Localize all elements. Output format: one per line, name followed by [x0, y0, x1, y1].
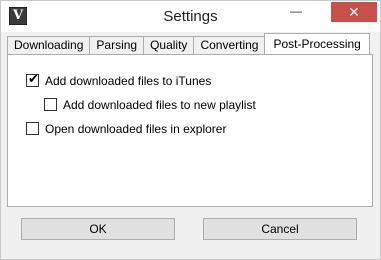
title-bar[interactable]: V Settings — ✕	[1, 1, 380, 32]
tab-quality[interactable]: Quality	[143, 36, 195, 54]
button-bar: OK Cancel	[1, 208, 380, 259]
explorer-label[interactable]: Open downloaded files in explorer	[45, 122, 226, 136]
ok-button[interactable]: OK	[21, 218, 175, 240]
client-area: Downloading Parsing Quality Converting P…	[1, 32, 380, 259]
close-button[interactable]: ✕	[331, 2, 377, 22]
itunes-checkbox[interactable]: ✔	[26, 71, 39, 87]
itunes-label[interactable]: Add downloaded files to iTunes	[45, 74, 211, 88]
settings-window: V Settings — ✕ Downloading Parsing Quali…	[0, 0, 381, 260]
tab-post-processing[interactable]: Post-Processing	[264, 33, 370, 54]
checkmark-icon: ✔	[28, 71, 39, 86]
window-title: Settings	[163, 8, 218, 25]
tab-parsing[interactable]: Parsing	[89, 36, 145, 54]
playlist-label[interactable]: Add downloaded files to new playlist	[63, 98, 256, 112]
itunes-option[interactable]: ✔ Add downloaded files to iTunes	[26, 71, 211, 88]
explorer-checkbox[interactable]	[26, 122, 39, 135]
playlist-option[interactable]: Add downloaded files to new playlist	[44, 97, 256, 112]
explorer-option[interactable]: Open downloaded files in explorer	[26, 121, 226, 136]
cancel-button[interactable]: Cancel	[203, 218, 357, 240]
tab-downloading[interactable]: Downloading	[7, 36, 91, 54]
post-processing-panel: ✔ Add downloaded files to iTunes Add dow…	[7, 54, 373, 207]
playlist-checkbox[interactable]	[44, 98, 57, 111]
tab-strip: Downloading Parsing Quality Converting P…	[7, 33, 370, 55]
tab-converting[interactable]: Converting	[193, 36, 266, 54]
minimize-button[interactable]: —	[282, 2, 310, 22]
